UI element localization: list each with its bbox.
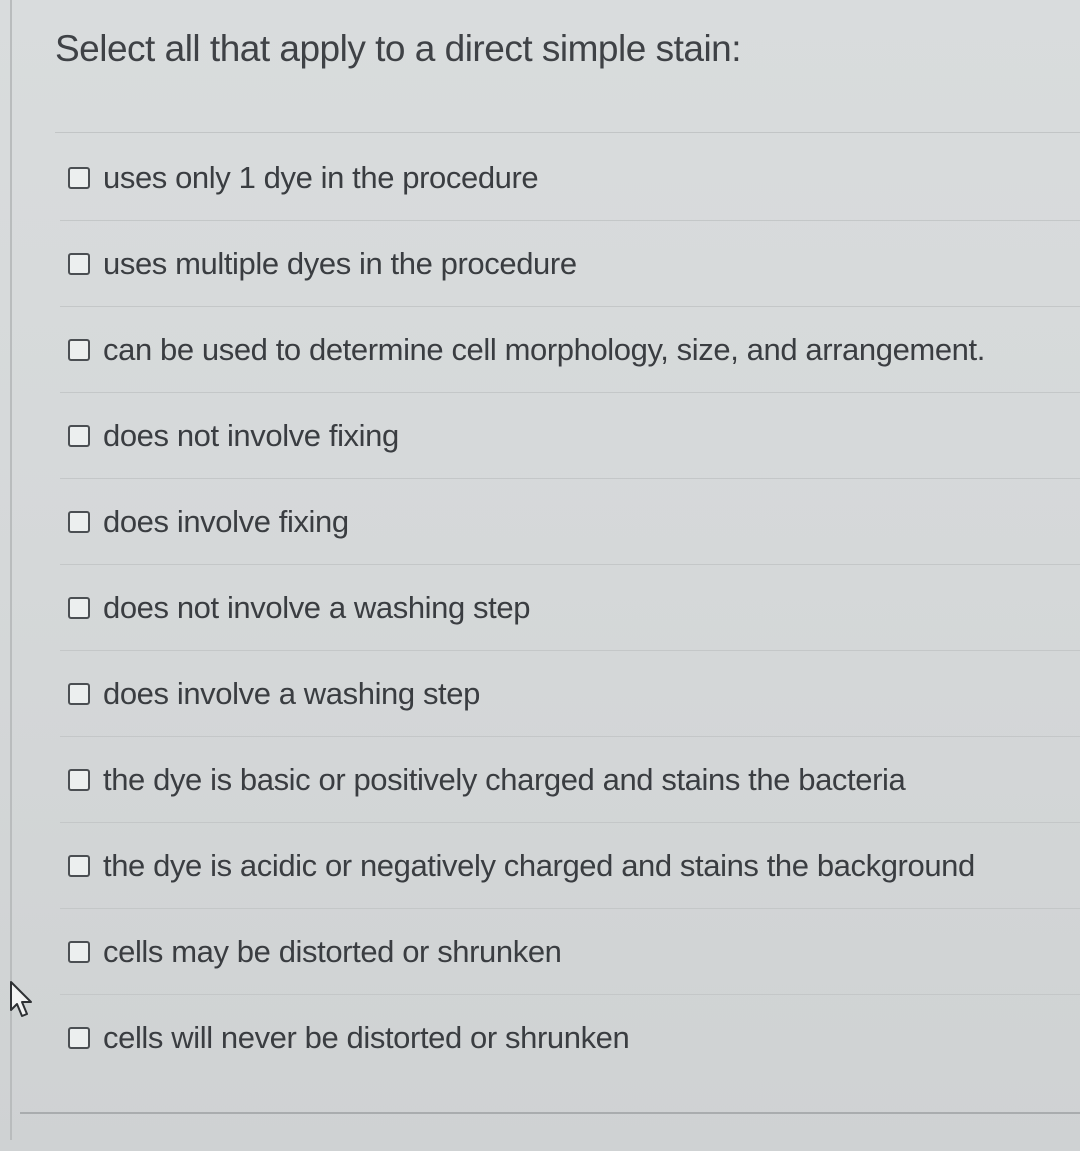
answer-option-label[interactable]: does not involve fixing bbox=[103, 418, 399, 454]
answer-options-list: uses only 1 dye in the procedure uses mu… bbox=[60, 135, 1080, 1081]
checkbox-icon[interactable] bbox=[68, 768, 90, 791]
answer-option[interactable]: the dye is acidic or negatively charged … bbox=[60, 823, 1080, 909]
answer-option-label[interactable]: does involve fixing bbox=[103, 504, 349, 540]
checkbox-icon[interactable] bbox=[68, 854, 90, 877]
mouse-pointer-icon bbox=[10, 981, 32, 1017]
checkbox-icon[interactable] bbox=[68, 510, 90, 533]
answer-option[interactable]: cells may be distorted or shrunken bbox=[60, 909, 1080, 995]
answer-option[interactable]: does not involve a washing step bbox=[60, 565, 1080, 651]
panel-bottom-border bbox=[20, 1112, 1080, 1114]
answer-option-label[interactable]: the dye is acidic or negatively charged … bbox=[103, 848, 975, 884]
answer-option[interactable]: uses only 1 dye in the procedure bbox=[60, 135, 1080, 221]
answer-option-label[interactable]: can be used to determine cell morphology… bbox=[103, 332, 985, 368]
checkbox-icon[interactable] bbox=[68, 682, 90, 705]
answer-option[interactable]: does involve fixing bbox=[60, 479, 1080, 565]
answer-option-label[interactable]: cells may be distorted or shrunken bbox=[103, 934, 562, 970]
answer-option-label[interactable]: cells will never be distorted or shrunke… bbox=[103, 1020, 630, 1056]
answer-option-label[interactable]: uses only 1 dye in the procedure bbox=[103, 160, 539, 196]
checkbox-icon[interactable] bbox=[68, 596, 90, 619]
checkbox-icon[interactable] bbox=[68, 1027, 90, 1049]
checkbox-icon[interactable] bbox=[68, 252, 90, 275]
checkbox-icon[interactable] bbox=[68, 166, 90, 189]
checkbox-icon[interactable] bbox=[68, 338, 90, 361]
answer-option[interactable]: the dye is basic or positively charged a… bbox=[60, 737, 1080, 823]
checkbox-icon[interactable] bbox=[68, 940, 90, 963]
answer-option-label[interactable]: does involve a washing step bbox=[103, 676, 480, 712]
answer-option-label[interactable]: does not involve a washing step bbox=[103, 590, 530, 626]
answer-option[interactable]: uses multiple dyes in the procedure bbox=[60, 221, 1080, 307]
divider bbox=[55, 132, 1080, 133]
answer-option[interactable]: does not involve fixing bbox=[60, 393, 1080, 479]
answer-option[interactable]: can be used to determine cell morphology… bbox=[60, 307, 1080, 393]
question-prompt: Select all that apply to a direct simple… bbox=[55, 28, 742, 69]
answer-option[interactable]: does involve a washing step bbox=[60, 651, 1080, 737]
answer-option-label[interactable]: uses multiple dyes in the procedure bbox=[103, 246, 577, 282]
checkbox-icon[interactable] bbox=[68, 424, 90, 447]
answer-option[interactable]: cells will never be distorted or shrunke… bbox=[60, 995, 1080, 1081]
answer-option-label[interactable]: the dye is basic or positively charged a… bbox=[103, 762, 906, 798]
